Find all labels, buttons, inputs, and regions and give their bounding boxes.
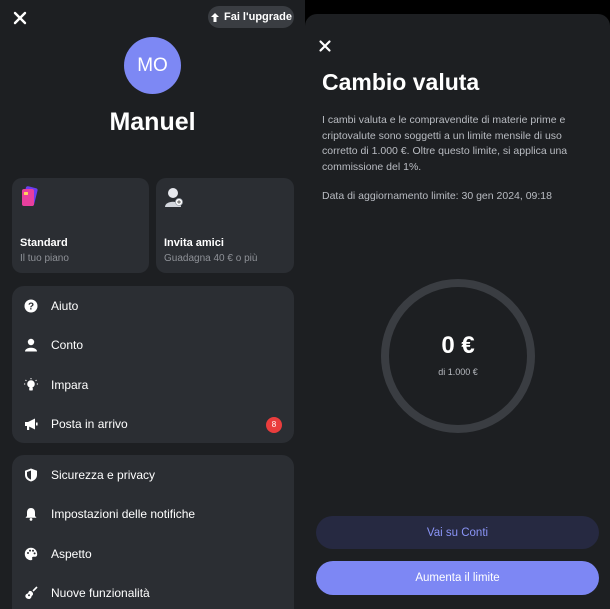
guitar-icon: [24, 586, 38, 600]
menu-item-label: Aiuto: [51, 298, 79, 313]
increase-limit-label: Aumenta il limite: [415, 572, 500, 584]
close-icon[interactable]: [317, 38, 333, 54]
help-icon: ?: [24, 299, 38, 313]
svg-text:?: ?: [28, 301, 34, 312]
menu-item-label: Nuove funzionalità: [51, 586, 150, 601]
currency-exchange-sheet: Cambio valuta I cambi valuta e le compra…: [305, 14, 610, 609]
go-to-accounts-label: Vai su Conti: [426, 526, 489, 539]
menu-item-label: Posta in arrivo: [51, 417, 128, 432]
menu-item-learn[interactable]: Impara: [12, 365, 294, 405]
menu-group-secondary: Sicurezza e privacy Impostazioni delle n…: [12, 455, 294, 609]
close-icon[interactable]: [10, 8, 30, 28]
avatar[interactable]: MO: [124, 37, 181, 94]
limit-update-date: Data di aggiornamento limite: 30 gen 202…: [322, 190, 552, 202]
menu-item-appearance[interactable]: Aspetto: [12, 534, 294, 574]
palette-icon: [24, 547, 38, 561]
profile-menu-panel: Fai l'upgrade MO Manuel Standard Il tuo …: [0, 0, 305, 609]
plan-card[interactable]: Standard Il tuo piano: [12, 178, 149, 273]
increase-limit-button[interactable]: Aumenta il limite: [316, 561, 599, 595]
avatar-initials: MO: [137, 54, 168, 76]
upgrade-button[interactable]: Fai l'upgrade: [208, 6, 294, 28]
used-amount: 0 €: [441, 332, 475, 359]
plan-title: Standard: [20, 237, 68, 249]
menu-group-primary: ? Aiuto Conto Impara Posta in arrivo 8: [12, 286, 294, 443]
invite-title: Invita amici: [164, 237, 224, 249]
menu-item-label: Sicurezza e privacy: [51, 467, 156, 482]
inbox-count-badge: 8: [266, 416, 282, 433]
limit-amount: di 1.000 €: [438, 367, 478, 377]
megaphone-icon: [24, 417, 38, 431]
menu-item-notifications[interactable]: Impostazioni delle notifiche: [12, 495, 294, 535]
menu-item-label: Conto: [51, 338, 84, 353]
menu-item-label: Impostazioni delle notifiche: [51, 507, 196, 522]
upgrade-label: Fai l'upgrade: [223, 11, 292, 23]
plan-subtitle: Il tuo piano: [20, 253, 69, 264]
menu-item-new-features[interactable]: Nuove funzionalità: [12, 574, 294, 609]
person-icon: [24, 338, 38, 352]
user-name: Manuel: [109, 108, 196, 136]
menu-item-label: Aspetto: [51, 546, 92, 561]
invite-user-icon: [165, 188, 183, 207]
go-to-accounts-button[interactable]: Vai su Conti: [316, 516, 599, 549]
card-plan-icon: [22, 186, 38, 206]
arrow-up-icon: [210, 12, 219, 22]
menu-item-inbox[interactable]: Posta in arrivo 8: [12, 405, 294, 445]
menu-item-label: Impara: [51, 377, 89, 392]
invite-friends-card[interactable]: Invita amici Guadagna 40 € o più: [156, 178, 294, 273]
menu-item-help[interactable]: ? Aiuto: [12, 286, 294, 326]
bell-icon: [24, 507, 38, 522]
lightbulb-icon: [24, 377, 38, 392]
limit-description: I cambi valuta e le compravendite di mat…: [322, 114, 568, 173]
invite-subtitle: Guadagna 40 € o più: [164, 253, 258, 264]
sheet-title: Cambio valuta: [322, 69, 480, 95]
shield-icon: [24, 468, 38, 482]
menu-item-security[interactable]: Sicurezza e privacy: [12, 455, 294, 495]
menu-item-account[interactable]: Conto: [12, 326, 294, 366]
